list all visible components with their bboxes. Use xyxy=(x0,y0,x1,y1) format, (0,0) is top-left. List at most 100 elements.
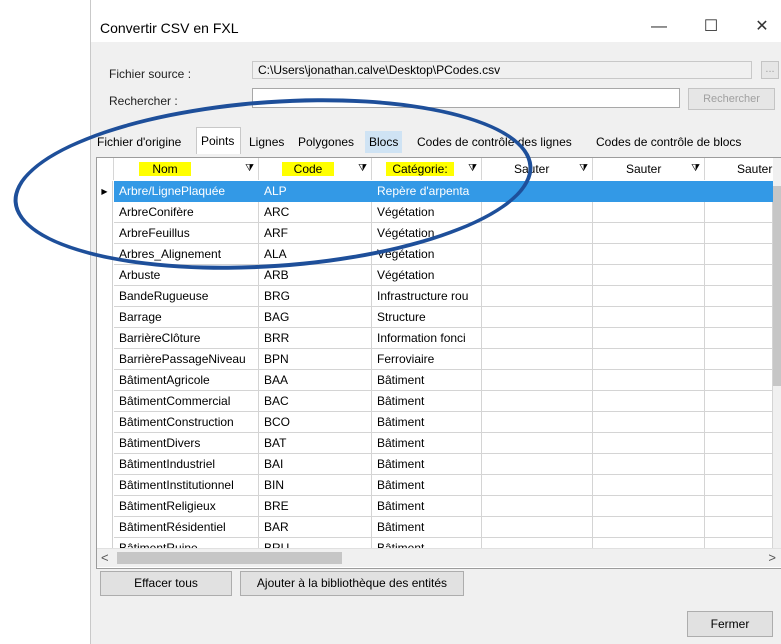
table-cell[interactable] xyxy=(593,433,705,454)
row-header[interactable] xyxy=(97,517,113,538)
row-header[interactable] xyxy=(97,265,113,286)
close-window-button[interactable]: ✕ xyxy=(742,12,781,42)
row-header[interactable] xyxy=(97,433,113,454)
table-cell[interactable]: BRE xyxy=(259,496,372,517)
vertical-scroll-thumb[interactable] xyxy=(773,186,781,386)
table-cell[interactable] xyxy=(705,265,773,286)
table-cell[interactable] xyxy=(593,328,705,349)
table-cell[interactable] xyxy=(482,370,593,391)
table-cell[interactable]: Structure xyxy=(372,307,482,328)
table-cell[interactable] xyxy=(593,244,705,265)
table-cell[interactable]: ARB xyxy=(259,265,372,286)
table-cell[interactable] xyxy=(705,328,773,349)
filter-icon[interactable]: ⧩ xyxy=(579,158,588,180)
table-row[interactable]: BâtimentCommercial BAC Bâtiment xyxy=(97,391,773,412)
table-cell[interactable] xyxy=(482,349,593,370)
table-cell[interactable] xyxy=(705,454,773,475)
table-cell[interactable]: BâtimentRésidentiel xyxy=(114,517,259,538)
row-header[interactable] xyxy=(97,349,113,370)
column-header-skip-2[interactable]: Sauter ⧩ xyxy=(593,158,705,180)
table-cell[interactable] xyxy=(593,370,705,391)
table-cell[interactable] xyxy=(482,391,593,412)
table-cell[interactable] xyxy=(593,307,705,328)
table-cell[interactable]: BAI xyxy=(259,454,372,475)
table-cell[interactable]: BRR xyxy=(259,328,372,349)
horizontal-scrollbar[interactable]: < > xyxy=(97,548,781,567)
browse-button[interactable]: ... xyxy=(761,61,779,79)
table-cell[interactable]: Barrage xyxy=(114,307,259,328)
table-cell[interactable] xyxy=(593,517,705,538)
table-cell[interactable] xyxy=(482,223,593,244)
vertical-scrollbar[interactable] xyxy=(773,158,781,548)
search-button[interactable]: Rechercher xyxy=(688,88,775,110)
table-cell[interactable] xyxy=(482,433,593,454)
table-cell[interactable]: Bâtiment xyxy=(372,517,482,538)
table-cell[interactable] xyxy=(593,391,705,412)
table-row[interactable]: BarrièrePassageNiveau BPN Ferroviaire xyxy=(97,349,773,370)
column-header-skip-3[interactable]: Sauter xyxy=(705,158,773,180)
table-row[interactable]: BâtimentConstruction BCO Bâtiment xyxy=(97,412,773,433)
table-cell[interactable]: Bâtiment xyxy=(372,475,482,496)
table-cell[interactable]: Ferroviaire xyxy=(372,349,482,370)
table-cell[interactable] xyxy=(593,223,705,244)
table-cell[interactable]: BandeRugueuse xyxy=(114,286,259,307)
table-cell[interactable]: BâtimentConstruction xyxy=(114,412,259,433)
table-cell[interactable]: BAC xyxy=(259,391,372,412)
table-row[interactable]: BâtimentIndustriel BAI Bâtiment xyxy=(97,454,773,475)
table-cell[interactable]: Bâtiment xyxy=(372,391,482,412)
table-cell[interactable] xyxy=(482,475,593,496)
table-cell[interactable]: BâtimentInstitutionnel xyxy=(114,475,259,496)
table-cell[interactable] xyxy=(482,496,593,517)
table-cell[interactable]: BAA xyxy=(259,370,372,391)
filter-icon[interactable]: ⧩ xyxy=(691,158,700,180)
table-row[interactable]: BâtimentDivers BAT Bâtiment xyxy=(97,433,773,454)
table-cell[interactable] xyxy=(593,286,705,307)
table-cell[interactable] xyxy=(705,202,773,223)
table-row[interactable]: BarrièreClôture BRR Information fonci xyxy=(97,328,773,349)
table-cell[interactable]: BAT xyxy=(259,433,372,454)
table-cell[interactable] xyxy=(705,517,773,538)
table-cell[interactable] xyxy=(482,307,593,328)
table-cell[interactable]: Bâtiment xyxy=(372,412,482,433)
table-cell[interactable] xyxy=(593,349,705,370)
add-to-library-button[interactable]: Ajouter à la bibliothèque des entités xyxy=(240,571,464,596)
table-cell[interactable] xyxy=(705,223,773,244)
table-cell[interactable] xyxy=(705,181,773,202)
table-cell[interactable] xyxy=(705,412,773,433)
table-cell[interactable] xyxy=(705,307,773,328)
table-cell[interactable] xyxy=(705,349,773,370)
scroll-left-icon[interactable]: < xyxy=(101,549,109,567)
table-cell[interactable]: BAG xyxy=(259,307,372,328)
horizontal-scroll-thumb[interactable] xyxy=(117,552,342,564)
table-cell[interactable]: Végétation xyxy=(372,265,482,286)
close-button[interactable]: Fermer xyxy=(687,611,773,637)
table-row[interactable]: BâtimentReligieux BRE Bâtiment xyxy=(97,496,773,517)
table-cell[interactable]: BâtimentIndustriel xyxy=(114,454,259,475)
table-cell[interactable] xyxy=(705,370,773,391)
tab-block-control-codes[interactable]: Codes de contrôle de blocs xyxy=(592,131,745,153)
row-header[interactable] xyxy=(97,370,113,391)
table-cell[interactable] xyxy=(482,412,593,433)
table-cell[interactable] xyxy=(705,433,773,454)
minimize-button[interactable]: — xyxy=(639,12,679,42)
table-cell[interactable]: BRG xyxy=(259,286,372,307)
table-cell[interactable]: BAR xyxy=(259,517,372,538)
table-cell[interactable] xyxy=(705,286,773,307)
table-cell[interactable]: BâtimentDivers xyxy=(114,433,259,454)
table-cell[interactable] xyxy=(482,244,593,265)
table-cell[interactable]: Information fonci xyxy=(372,328,482,349)
table-cell[interactable] xyxy=(482,517,593,538)
table-cell[interactable]: Bâtiment xyxy=(372,433,482,454)
row-header[interactable] xyxy=(97,496,113,517)
table-cell[interactable]: Infrastructure rou xyxy=(372,286,482,307)
maximize-button[interactable]: ☐ xyxy=(691,12,731,42)
row-header[interactable] xyxy=(97,391,113,412)
table-cell[interactable]: BâtimentAgricole xyxy=(114,370,259,391)
table-cell[interactable]: BIN xyxy=(259,475,372,496)
table-row[interactable]: BâtimentAgricole BAA Bâtiment xyxy=(97,370,773,391)
table-row[interactable]: Barrage BAG Structure xyxy=(97,307,773,328)
table-cell[interactable]: BâtimentCommercial xyxy=(114,391,259,412)
row-header[interactable] xyxy=(97,286,113,307)
table-cell[interactable] xyxy=(705,244,773,265)
table-cell[interactable] xyxy=(482,286,593,307)
